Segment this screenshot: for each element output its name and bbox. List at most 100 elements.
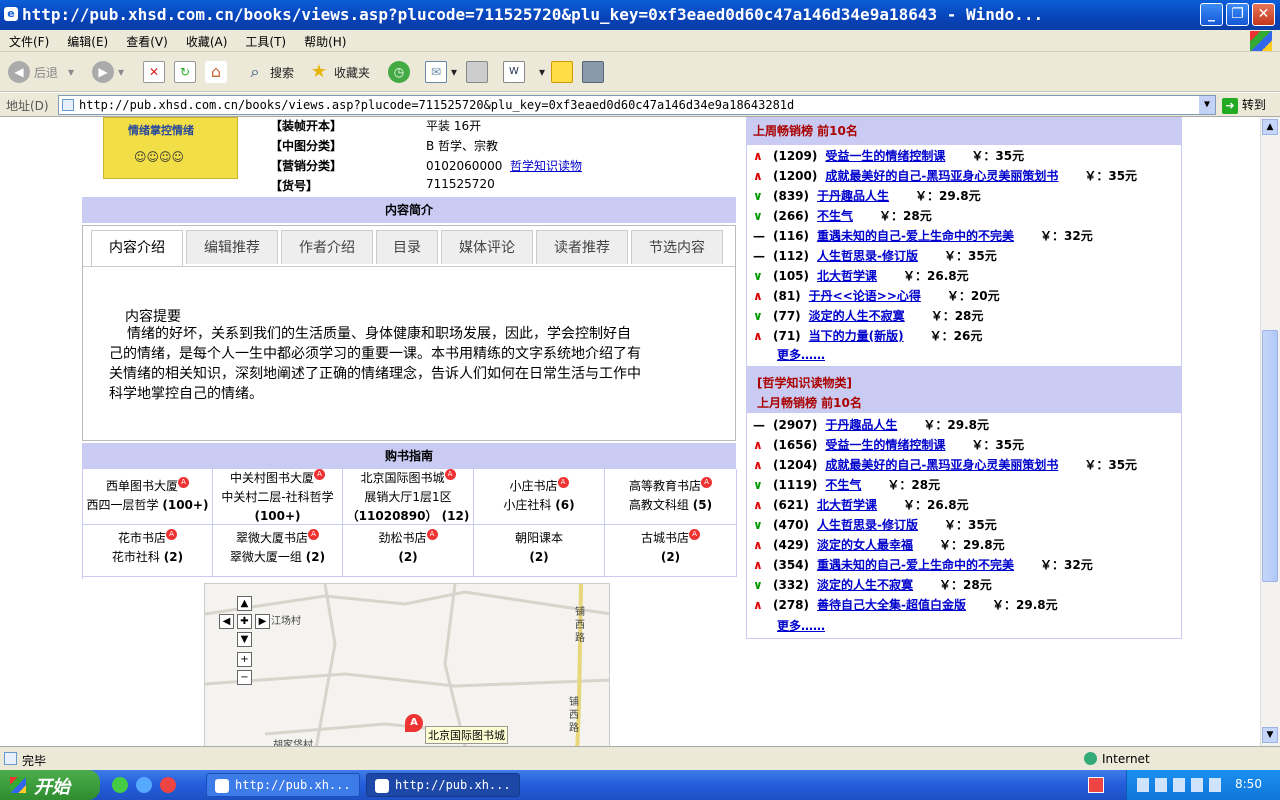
weekly-more-link[interactable]: 更多…… <box>777 346 825 363</box>
rank-book-link[interactable]: 人生哲思录-修订版 <box>817 518 918 532</box>
window-title: http://pub.xhsd.com.cn/books/views.asp?p… <box>22 5 1044 24</box>
menu-file[interactable]: 文件(F) <box>0 30 58 53</box>
store-cell[interactable]: 小庄书店 A 小庄社科 (6) <box>474 469 605 525</box>
trend-down-icon: ∨ <box>753 189 763 203</box>
rank-book-link[interactable]: 北大哲学课 <box>817 498 877 512</box>
rank-book-link[interactable]: 于丹趣品人生 <box>825 418 897 432</box>
rank-book-link[interactable]: 人生哲思录-修订版 <box>817 249 918 263</box>
book-cover-image[interactable]: 情绪掌控情绪 ☺☺☺☺ <box>103 117 238 179</box>
home-button[interactable]: ⌂ <box>205 60 231 84</box>
window-title-bar[interactable]: e http://pub.xhsd.com.cn/books/views.asp… <box>0 0 1280 30</box>
back-button[interactable]: ◀ 后退 ▾ <box>8 60 74 84</box>
research-button[interactable] <box>582 60 608 84</box>
store-cell[interactable]: 翠微大厦书店 A 翠微大厦一组 (2) <box>213 525 343 577</box>
close-button[interactable]: ✕ <box>1252 3 1275 26</box>
map-pan-down-button[interactable]: ▼ <box>237 632 252 647</box>
store-cell[interactable]: 朝阳课本 (2) <box>474 525 605 577</box>
favorites-button[interactable]: ★ 收藏夹 <box>308 60 370 84</box>
rank-book-link[interactable]: 重遇未知的自己-爱上生命中的不完美 <box>817 229 1014 243</box>
rank-item: ∧ (71) 当下的力量(新版) ￥：26元 <box>753 327 982 347</box>
marketing-category-link[interactable]: 哲学知识读物 <box>510 159 582 173</box>
rank-book-link[interactable]: 重遇未知的自己-爱上生命中的不完美 <box>817 558 1014 572</box>
store-cell[interactable]: 西单图书大厦 A 西四一层哲学 (100+) <box>83 469 213 525</box>
status-text: 完毕 <box>22 754 47 768</box>
map-zoom-in-button[interactable]: + <box>237 652 252 667</box>
book-row: 【中图分类】 <box>270 139 343 153</box>
rank-book-link[interactable]: 淡定的女人最幸福 <box>817 538 913 552</box>
rank-book-link[interactable]: 成就最美好的自己-黑玛亚身心灵美丽策划书 <box>825 169 1058 183</box>
trend-up-icon: ∧ <box>753 458 763 472</box>
rank-count: (429) <box>773 538 810 552</box>
tab-media-review[interactable]: 媒体评论 <box>441 230 533 264</box>
start-button[interactable]: 开始 <box>0 770 100 800</box>
rank-book-link[interactable]: 受益一生的情绪控制课 <box>825 438 945 452</box>
history-button[interactable]: ◷ <box>388 60 414 84</box>
quicklaunch-ie-icon[interactable] <box>136 777 152 793</box>
rank-book-link[interactable]: 不生气 <box>825 478 861 492</box>
tab-excerpt[interactable]: 节选内容 <box>631 230 723 264</box>
map-pan-center-button[interactable]: ✚ <box>237 614 252 629</box>
tab-editor-recommend[interactable]: 编辑推荐 <box>186 230 278 264</box>
tray-icons[interactable] <box>1137 778 1223 792</box>
scroll-up-icon[interactable]: ▲ <box>1262 119 1278 135</box>
tab-toc[interactable]: 目录 <box>376 230 438 264</box>
scroll-down-icon[interactable]: ▼ <box>1262 727 1278 743</box>
store-map[interactable]: ▲ ◀ ✚ ▶ ▼ + − 江场村 胡家垡村 铺西路 铺西路 A 北京国际图书城 <box>204 583 610 746</box>
map-zoom-out-button[interactable]: − <box>237 670 252 685</box>
go-button[interactable]: ➜ 转到 <box>1222 96 1266 114</box>
tab-author-intro[interactable]: 作者介绍 <box>281 230 373 264</box>
store-cell[interactable]: 古城书店 A (2) <box>605 525 737 577</box>
input-method-icon[interactable] <box>1088 777 1104 793</box>
trend-up-icon: ∧ <box>753 558 763 572</box>
forward-button[interactable]: ▶ ▾ <box>92 60 124 84</box>
rank-price: ￥：29.8元 <box>915 189 981 203</box>
rank-book-link[interactable]: 成就最美好的自己-黑玛亚身心灵美丽策划书 <box>825 458 1058 472</box>
store-cell[interactable]: 劲松书店 A (2) <box>343 525 474 577</box>
menu-tools[interactable]: 工具(T) <box>236 30 295 53</box>
minimize-button[interactable]: _ <box>1200 3 1223 26</box>
rank-book-link[interactable]: 受益一生的情绪控制课 <box>825 149 945 163</box>
menu-bar: 文件(F) 编辑(E) 查看(V) 收藏(A) 工具(T) 帮助(H) <box>0 30 1280 52</box>
rank-book-link[interactable]: 于丹<<论语>>心得 <box>809 289 921 303</box>
store-cell[interactable]: 花市书店 A 花市社科 (2) <box>83 525 213 577</box>
stop-button[interactable]: ✕ <box>143 60 169 84</box>
address-dropdown-icon[interactable]: ▼ <box>1199 96 1215 114</box>
scrollbar-thumb[interactable] <box>1262 330 1278 582</box>
quicklaunch-icon[interactable] <box>112 777 128 793</box>
store-cell[interactable]: 北京国际图书城 A 展销大厅1层1区 （11020890） (12) <box>343 469 474 525</box>
taskbar-item[interactable]: http://pub.xh... <box>206 773 360 797</box>
rank-book-link[interactable]: 于丹趣品人生 <box>817 189 889 203</box>
tab-content-intro[interactable]: 内容介绍 <box>91 230 183 266</box>
map-pin-icon: A <box>166 529 177 540</box>
address-input[interactable]: http://pub.xhsd.com.cn/books/views.asp?p… <box>58 95 1216 115</box>
refresh-button[interactable]: ↻ <box>174 60 200 84</box>
menu-edit[interactable]: 编辑(E) <box>58 30 117 53</box>
store-cell[interactable]: 中关村图书大厦 A 中关村二层-社科哲学 (100+) <box>213 469 343 525</box>
store-cell[interactable]: 高等教育书店 A 高教文科组 (5) <box>605 469 737 525</box>
notes-button[interactable] <box>551 60 577 84</box>
rank-book-link[interactable]: 不生气 <box>817 209 853 223</box>
restore-button[interactable]: ❐ <box>1226 3 1249 26</box>
menu-favorites[interactable]: 收藏(A) <box>177 30 237 53</box>
rank-book-link[interactable]: 善待自己大全集-超值白金版 <box>817 598 966 612</box>
monthly-more-link[interactable]: 更多…… <box>777 617 825 634</box>
tab-reader-recommend[interactable]: 读者推荐 <box>536 230 628 264</box>
rank-book-link[interactable]: 北大哲学课 <box>817 269 877 283</box>
weekly-rank-title: 上周畅销榜 前10名 <box>747 117 1181 145</box>
quicklaunch-icon[interactable] <box>160 777 176 793</box>
rank-book-link[interactable]: 淡定的人生不寂寞 <box>817 578 913 592</box>
map-pan-left-button[interactable]: ◀ <box>219 614 234 629</box>
rank-book-link[interactable]: 淡定的人生不寂寞 <box>809 309 905 323</box>
taskbar-item-active[interactable]: http://pub.xh... <box>366 773 520 797</box>
map-pin-icon: A <box>701 477 712 488</box>
print-button[interactable] <box>466 60 492 84</box>
rank-book-link[interactable]: 当下的力量(新版) <box>809 329 904 343</box>
search-button[interactable]: ⌕ 搜索 <box>244 60 295 84</box>
mail-button[interactable]: ✉ ▾ <box>425 60 457 84</box>
menu-help[interactable]: 帮助(H) <box>295 30 355 53</box>
map-marker-icon[interactable]: A <box>405 714 423 732</box>
map-pan-right-button[interactable]: ▶ <box>255 614 270 629</box>
edit-button[interactable]: W ▾ <box>503 60 545 84</box>
menu-view[interactable]: 查看(V) <box>117 30 177 53</box>
map-pan-up-button[interactable]: ▲ <box>237 596 252 611</box>
